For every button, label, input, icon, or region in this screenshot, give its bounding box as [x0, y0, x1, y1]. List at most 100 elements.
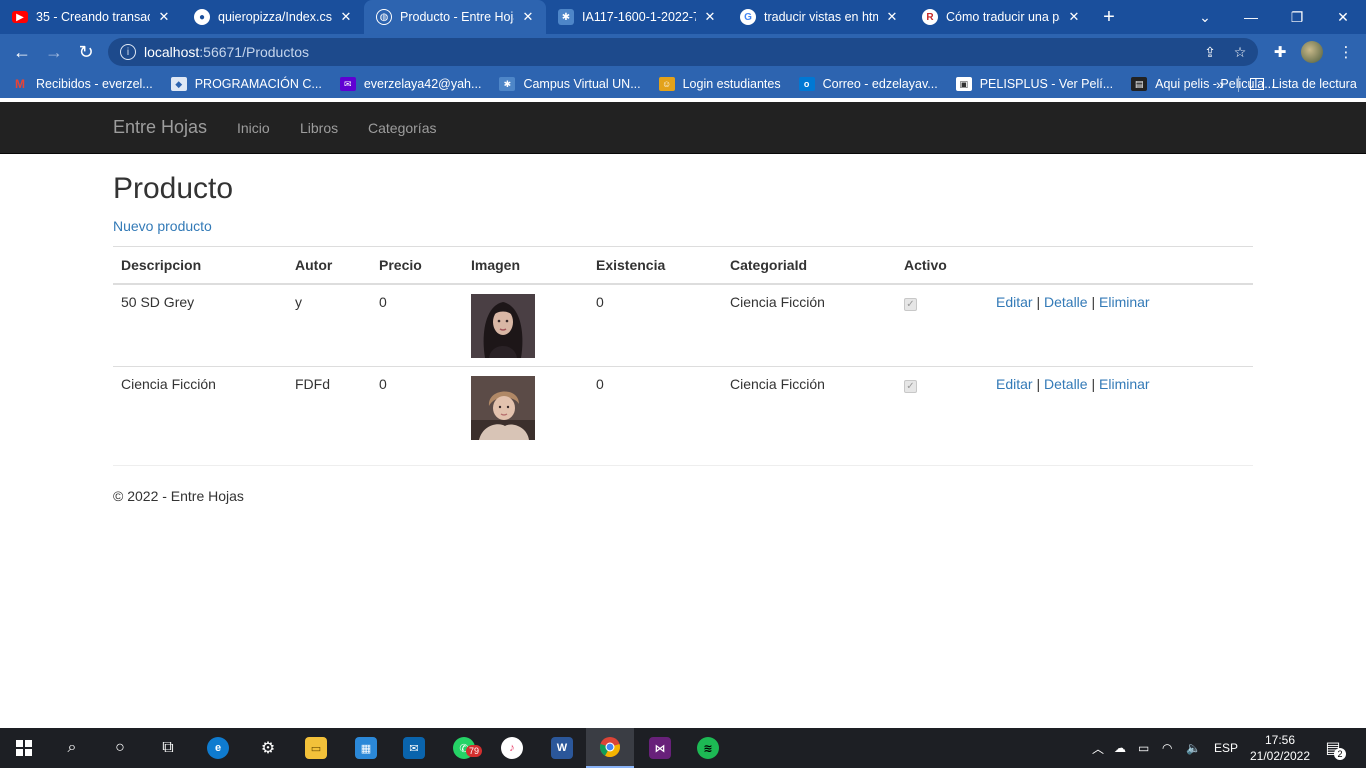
word-icon[interactable]: W: [538, 728, 586, 768]
col-autor: Autor: [287, 246, 371, 285]
mail-icon[interactable]: ✉: [390, 728, 438, 768]
address-bar[interactable]: i localhost:56671/Productos ⇪ ☆: [108, 38, 1258, 66]
minimize-button[interactable]: —: [1228, 0, 1274, 34]
edit-link[interactable]: Editar: [996, 376, 1033, 392]
url-path: :56671/Productos: [199, 44, 310, 60]
menu-icon[interactable]: ⋮: [1330, 34, 1362, 70]
tab-5[interactable]: R Cómo traducir una pá ✕: [910, 0, 1092, 34]
extensions-icon[interactable]: ✚: [1264, 34, 1296, 70]
tab-title: traducir vistas en html: [764, 10, 878, 24]
nav-libros[interactable]: Libros: [300, 120, 338, 136]
whatsapp-icon[interactable]: ✆ 79: [440, 728, 488, 768]
close-icon[interactable]: ✕: [702, 9, 718, 25]
share-icon[interactable]: ⇪: [1196, 38, 1224, 66]
delete-link[interactable]: Eliminar: [1099, 376, 1150, 392]
forward-icon[interactable]: →: [38, 36, 70, 68]
cell-activo: ✓: [896, 283, 988, 366]
cell-actions: Editar | Detalle | Eliminar: [988, 283, 1253, 366]
film-icon: ▣: [955, 77, 972, 91]
edge-icon[interactable]: e: [194, 728, 242, 768]
reading-list-button[interactable]: Lista de lectura: [1250, 70, 1357, 98]
globe-icon: ◍: [376, 9, 392, 25]
nav-inicio[interactable]: Inicio: [237, 120, 270, 136]
more-bookmarks-button[interactable]: »: [1216, 70, 1224, 98]
close-icon[interactable]: ✕: [156, 9, 172, 25]
restore-button[interactable]: ❐: [1274, 0, 1320, 34]
table-row: 50 SD Grey y 0 0 Ciencia Ficción ✓ Edita…: [113, 283, 1253, 366]
tab-0[interactable]: ▶ 35 - Creando transacc ✕: [0, 0, 182, 34]
new-product-link[interactable]: Nuevo producto: [113, 218, 212, 234]
itunes-icon[interactable]: ♪: [488, 728, 536, 768]
delete-link[interactable]: Eliminar: [1099, 294, 1150, 310]
bookmarks-bar: M Recibidos - everzel... ◆ PROGRAMACIÓN C.…: [0, 70, 1366, 98]
bookmark-5[interactable]: o Correo - edzelayav...: [798, 77, 938, 91]
gmail-icon: M: [15, 77, 25, 91]
reload-icon[interactable]: ↻: [70, 36, 102, 68]
tab-4[interactable]: G traducir vistas en html ✕: [728, 0, 910, 34]
nav-categorias[interactable]: Categorías: [368, 120, 436, 136]
close-icon[interactable]: ✕: [1066, 9, 1082, 25]
language-indicator[interactable]: ESP: [1214, 728, 1238, 768]
search-icon[interactable]: ⌕: [48, 728, 96, 768]
bookmark-0[interactable]: M Recibidos - everzel...: [12, 77, 153, 91]
tray-chevron-icon[interactable]: ︿: [1092, 728, 1104, 768]
task-view-icon[interactable]: ⧉: [144, 728, 192, 768]
bookmark-label: everzelaya42@yah...: [363, 77, 482, 91]
separator: |: [1091, 293, 1096, 310]
bookmark-4[interactable]: ☺ Login estudiantes: [658, 77, 781, 91]
site-info-icon[interactable]: i: [120, 44, 136, 60]
onedrive-icon[interactable]: ☁: [1114, 728, 1126, 768]
store-icon[interactable]: ▦: [342, 728, 390, 768]
cell-precio: 0: [371, 365, 463, 448]
browser-tab-strip: ▶ 35 - Creando transacc ✕ ● quieropizza/…: [0, 0, 1366, 34]
star-icon[interactable]: ☆: [1226, 38, 1254, 66]
browser-toolbar: ← → ↻ i localhost:56671/Productos ⇪ ☆: [0, 34, 1366, 70]
site-navbar: Entre Hojas Inicio Libros Categorías: [0, 102, 1366, 154]
cell-autor: y: [287, 283, 371, 366]
spotify-icon[interactable]: ≋: [684, 728, 732, 768]
bookmark-site-icon: ◆: [170, 77, 187, 91]
separator: |: [1036, 293, 1041, 310]
tab-title: Producto - Entre Hoja: [400, 10, 514, 24]
bookmark-6[interactable]: ▣ PELISPLUS - Ver Pelí...: [955, 77, 1113, 91]
col-precio: Precio: [371, 246, 463, 285]
back-icon[interactable]: ←: [6, 36, 38, 68]
github-icon: ●: [194, 9, 210, 25]
cortana-icon[interactable]: ○: [96, 728, 144, 768]
volume-icon[interactable]: 🔈: [1186, 728, 1201, 768]
tab-search-icon[interactable]: ⌄: [1182, 0, 1228, 34]
new-tab-button[interactable]: +: [1092, 0, 1126, 34]
clock[interactable]: 17:56 21/02/2022: [1244, 732, 1316, 764]
close-window-button[interactable]: ✕: [1320, 0, 1366, 34]
bookmark-label: Campus Virtual UN...: [523, 77, 641, 91]
detail-link[interactable]: Detalle: [1044, 294, 1088, 310]
tab-2-active[interactable]: ◍ Producto - Entre Hoja ✕: [364, 0, 546, 34]
bookmark-2[interactable]: ✉ everzelaya42@yah...: [339, 77, 482, 91]
bookmark-label: Recibidos - everzel...: [36, 77, 153, 91]
col-imagen: Imagen: [463, 246, 588, 285]
visual-studio-icon[interactable]: ⋈: [636, 728, 684, 768]
file-explorer-icon[interactable]: ▭: [292, 728, 340, 768]
tab-title: Cómo traducir una pá: [946, 10, 1060, 24]
edit-link[interactable]: Editar: [996, 294, 1033, 310]
site-brand[interactable]: Entre Hojas: [113, 117, 207, 138]
close-icon[interactable]: ✕: [884, 9, 900, 25]
separator: |: [1091, 375, 1096, 392]
profile-avatar[interactable]: [1296, 34, 1328, 70]
notification-center-icon[interactable]: ▤ 2: [1320, 736, 1346, 760]
product-image: [471, 375, 535, 440]
yahoo-icon: ✉: [339, 77, 356, 91]
detail-link[interactable]: Detalle: [1044, 376, 1088, 392]
close-icon[interactable]: ✕: [338, 9, 354, 25]
settings-icon[interactable]: ⚙: [244, 728, 292, 768]
bookmark-1[interactable]: ◆ PROGRAMACIÓN C...: [170, 77, 322, 91]
windows-start-icon[interactable]: [0, 728, 48, 768]
tab-3[interactable]: ✱ IA117-1600-1-2022-70 ✕: [546, 0, 728, 34]
close-icon[interactable]: ✕: [520, 9, 536, 25]
chrome-icon[interactable]: [586, 728, 634, 768]
footer-divider: [113, 465, 1253, 466]
battery-icon[interactable]: ▭: [1138, 728, 1149, 768]
tab-1[interactable]: ● quieropizza/Index.csht ✕: [182, 0, 364, 34]
wifi-icon[interactable]: ◠: [1162, 728, 1172, 768]
bookmark-3[interactable]: ✱ Campus Virtual UN...: [499, 77, 641, 91]
